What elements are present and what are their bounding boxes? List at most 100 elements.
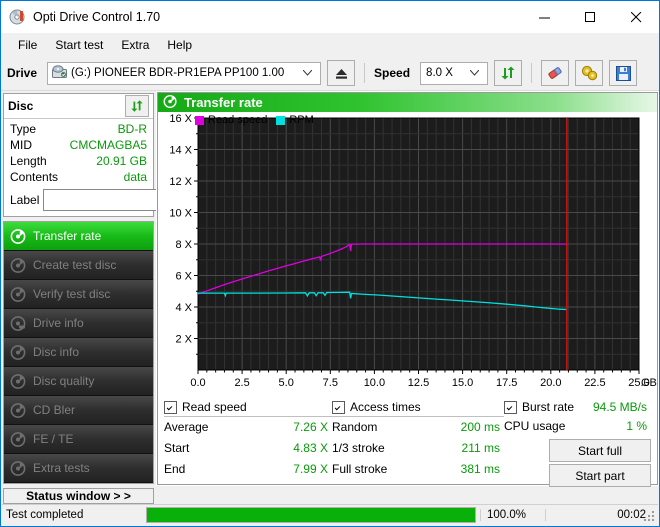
- stat-value: 211 ms: [462, 438, 504, 459]
- disc-extra-icon: [10, 460, 27, 477]
- stat-value: 381 ms: [461, 459, 504, 480]
- burst-rate-title: Burst rate: [522, 400, 574, 414]
- drive-label: Drive: [7, 66, 37, 80]
- sidebar-item-verify-test-disc[interactable]: Verify test disc: [4, 280, 153, 309]
- svg-text:6 X: 6 X: [175, 271, 192, 283]
- svg-text:2.5: 2.5: [234, 377, 249, 389]
- minimize-button[interactable]: [521, 1, 567, 33]
- save-button[interactable]: [609, 60, 637, 86]
- sidebar-item-drive-info[interactable]: Drive info: [4, 309, 153, 338]
- plot-box: Read speed RPM 2 X4 X6 X8 X10 X12 X14 X1…: [158, 112, 657, 394]
- sidebar-item-extra-tests[interactable]: Extra tests: [4, 454, 153, 483]
- sidebar-item-label: Verify test disc: [33, 287, 110, 301]
- stat-key: CPU usage: [504, 416, 626, 437]
- speed-chevron-down-icon[interactable]: [464, 68, 485, 78]
- access-times-checkbox[interactable]: [332, 401, 345, 414]
- disc-key: Length: [10, 153, 47, 169]
- svg-text:0.0: 0.0: [190, 377, 205, 389]
- disc-check-icon: [10, 228, 27, 245]
- speed-select[interactable]: 8.0 X: [420, 62, 488, 85]
- stat-row-random: Random 200 ms: [332, 417, 504, 438]
- elapsed-time: 00:02: [545, 509, 658, 521]
- transfer-rate-panel: Transfer rate Read speed RPM 2 X4 X6 X8 …: [157, 92, 658, 485]
- stat-key: Random: [332, 417, 461, 438]
- nav-list: Transfer rate Create test disc: [3, 221, 154, 484]
- disc-bler-icon: [10, 402, 27, 419]
- main-area: Disc Type BD-R MID CMCM: [1, 91, 659, 486]
- sidebar-item-label: Drive info: [33, 316, 84, 330]
- maximize-button[interactable]: [567, 1, 613, 33]
- refresh-icon: [130, 99, 144, 113]
- speed-value: 8.0 X: [423, 67, 453, 79]
- disc-quality-icon: [10, 373, 27, 390]
- drive-icon: [52, 65, 67, 82]
- sidebar-item-fe-te[interactable]: FE / TE: [4, 425, 153, 454]
- menu-help[interactable]: Help: [158, 36, 201, 54]
- resize-grip[interactable]: [644, 511, 656, 523]
- legend-label-read-speed: Read speed: [208, 114, 267, 126]
- eject-icon: [334, 67, 349, 80]
- stat-row-cpu-usage: CPU usage 1 %: [504, 416, 651, 437]
- menu-start-test[interactable]: Start test: [46, 36, 112, 54]
- sidebar-item-disc-quality[interactable]: Disc quality: [4, 367, 153, 396]
- speed-label: Speed: [374, 66, 410, 80]
- read-speed-header: Read speed: [164, 398, 332, 417]
- disc-fete-icon: [10, 431, 27, 448]
- stat-value: 7.26 X: [293, 417, 332, 438]
- disc-row-type: Type BD-R: [10, 121, 147, 137]
- disc-panel: Disc Type BD-R MID CMCM: [3, 93, 154, 217]
- stat-row-end: End 7.99 X: [164, 459, 332, 480]
- close-button[interactable]: [613, 1, 659, 33]
- gears-icon: [581, 65, 598, 81]
- disc-refresh-button[interactable]: [125, 95, 149, 117]
- stat-key: Start: [164, 438, 293, 459]
- stat-key: Average: [164, 417, 293, 438]
- menu-file[interactable]: File: [9, 36, 46, 54]
- window-title: Opti Drive Control 1.70: [33, 10, 160, 24]
- start-part-button[interactable]: Start part: [549, 464, 651, 487]
- sidebar: Disc Type BD-R MID CMCM: [1, 91, 156, 486]
- svg-text:12.5: 12.5: [408, 377, 429, 389]
- svg-text:8 X: 8 X: [175, 239, 192, 251]
- toolbar-divider-2: [531, 63, 532, 83]
- start-full-button[interactable]: Start full: [549, 439, 651, 462]
- progress-fill: [147, 508, 475, 522]
- drive-select[interactable]: (G:) PIONEER BDR-PR1EPA PP100 1.00: [47, 62, 321, 85]
- disc-verify-icon: [10, 286, 27, 303]
- disc-value: data: [124, 169, 147, 185]
- disc-write-icon: [10, 257, 27, 274]
- menu-extra[interactable]: Extra: [112, 36, 158, 54]
- settings-button[interactable]: [575, 60, 603, 86]
- erase-button[interactable]: [541, 60, 569, 86]
- sidebar-item-cd-bler[interactable]: CD Bler: [4, 396, 153, 425]
- drive-toolbar: Drive (G:) PIONEER BDR-PR1EPA PP100 1.00: [1, 56, 659, 91]
- sidebar-item-create-test-disc[interactable]: Create test disc: [4, 251, 153, 280]
- stat-value: 4.83 X: [293, 438, 332, 459]
- read-speed-checkbox[interactable]: [164, 401, 177, 414]
- svg-text:10 X: 10 X: [169, 208, 192, 220]
- refresh-button[interactable]: [494, 60, 522, 86]
- disc-label-key: Label: [10, 193, 39, 207]
- sidebar-item-disc-info[interactable]: Disc info: [4, 338, 153, 367]
- legend-label-rpm: RPM: [289, 114, 313, 126]
- disc-key: MID: [10, 137, 32, 153]
- svg-text:20.0: 20.0: [540, 377, 561, 389]
- disc-row-length: Length 20.91 GB: [10, 153, 147, 169]
- svg-text:4 X: 4 X: [175, 302, 192, 314]
- chart-legend: Read speed RPM: [195, 114, 314, 126]
- disc-panel-title: Disc: [8, 99, 33, 113]
- sidebar-item-transfer-rate[interactable]: Transfer rate: [4, 222, 153, 251]
- status-window-button[interactable]: Status window > >: [3, 488, 154, 504]
- svg-text:7.5: 7.5: [323, 377, 338, 389]
- disc-info-icon: [10, 344, 27, 361]
- sidebar-item-label: Transfer rate: [33, 229, 101, 243]
- chevron-down-icon[interactable]: [297, 68, 318, 78]
- disc-key: Contents: [10, 169, 58, 185]
- disc-panel-header: Disc: [4, 94, 153, 119]
- burst-rate-value: 94.5 MB/s: [593, 400, 651, 414]
- burst-rate-checkbox[interactable]: [504, 401, 517, 414]
- disc-label-row: Label: [10, 188, 147, 212]
- stat-key: Full stroke: [332, 459, 461, 480]
- title-bar: Opti Drive Control 1.70: [1, 1, 659, 33]
- eject-button[interactable]: [327, 60, 355, 86]
